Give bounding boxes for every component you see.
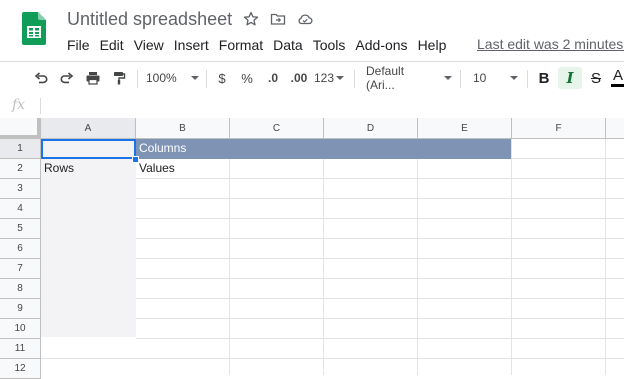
row-header-2[interactable]: 2	[0, 159, 41, 179]
bold-button[interactable]: B	[533, 62, 555, 94]
column-header-a[interactable]: A	[41, 118, 136, 139]
undo-button[interactable]	[30, 62, 52, 94]
row-header-4[interactable]: 4	[0, 199, 41, 219]
cell-b1[interactable]: Columns	[136, 139, 512, 159]
formula-bar: fx	[0, 94, 624, 119]
menu-bar: File Edit View Insert Format Data Tools …	[62, 35, 451, 55]
print-icon	[86, 72, 100, 85]
last-edit-link[interactable]: Last edit was 2 minutes ago	[477, 36, 624, 52]
chevron-down-icon	[444, 76, 452, 80]
row-label-column	[41, 159, 136, 337]
font-family-value: Default (Ari...	[366, 64, 405, 92]
cell-a1-selected[interactable]	[41, 139, 136, 159]
document-title[interactable]: Untitled spreadsheet	[67, 9, 232, 30]
text-color-label: A	[612, 67, 623, 84]
font-size-value: 10	[473, 71, 487, 85]
increase-decimal-button[interactable]: .00	[288, 62, 310, 94]
menu-tools[interactable]: Tools	[308, 35, 351, 55]
column-header-d[interactable]: D	[324, 118, 418, 139]
menu-edit[interactable]: Edit	[95, 35, 129, 55]
row-header-3[interactable]: 3	[0, 179, 41, 199]
italic-button[interactable]: I	[558, 67, 582, 89]
row-header-12[interactable]: 12	[0, 359, 41, 379]
undo-icon	[34, 72, 48, 84]
menu-file[interactable]: File	[62, 35, 95, 55]
row-header-8[interactable]: 8	[0, 279, 41, 299]
fx-icon: fx	[12, 97, 26, 113]
paint-format-button[interactable]	[108, 62, 130, 94]
column-header-c[interactable]: C	[230, 118, 324, 139]
percent-format-button[interactable]: %	[238, 62, 256, 94]
select-all-corner[interactable]	[0, 118, 41, 139]
font-family-select[interactable]: Default (Ari...	[366, 62, 452, 94]
redo-icon	[60, 72, 74, 84]
chevron-down-icon	[336, 76, 345, 80]
row-header-11[interactable]: 11	[0, 339, 41, 359]
text-color-button[interactable]: A	[610, 62, 624, 94]
font-size-select[interactable]: 10	[473, 62, 523, 94]
currency-format-button[interactable]: $	[213, 62, 231, 94]
spreadsheet-grid: A B C D E F 1 2 3 4 5 6 7 8 9 10 11 12 C…	[0, 118, 624, 379]
column-header-b[interactable]: B	[136, 118, 230, 139]
menu-data[interactable]: Data	[268, 35, 308, 55]
toolbar: 100% $ % .0 .00 123 Default (Ari... 10 B…	[0, 61, 624, 95]
chevron-down-icon	[190, 76, 199, 80]
menu-insert[interactable]: Insert	[169, 35, 214, 55]
row-header-6[interactable]: 6	[0, 239, 41, 259]
cloud-saved-icon[interactable]	[297, 11, 313, 27]
sheets-logo-icon[interactable]	[22, 12, 46, 45]
row-header-7[interactable]: 7	[0, 259, 41, 279]
move-to-folder-icon[interactable]	[270, 11, 286, 27]
decrease-decimal-button[interactable]: .0	[263, 62, 283, 94]
menu-view[interactable]: View	[129, 35, 169, 55]
column-header-g[interactable]	[606, 118, 624, 139]
row-header-1[interactable]: 1	[0, 139, 41, 159]
menu-format[interactable]: Format	[214, 35, 268, 55]
chevron-down-icon	[510, 76, 519, 80]
row-header-10[interactable]: 10	[0, 319, 41, 339]
zoom-value: 100%	[146, 71, 177, 85]
more-formats-label: 123	[314, 71, 335, 85]
row-header-9[interactable]: 9	[0, 299, 41, 319]
row-header-5[interactable]: 5	[0, 219, 41, 239]
menu-help[interactable]: Help	[413, 35, 452, 55]
column-header-f[interactable]: F	[512, 118, 606, 139]
star-icon[interactable]	[243, 11, 259, 27]
more-formats-select[interactable]: 123	[314, 62, 348, 94]
column-header-e[interactable]: E	[418, 118, 512, 139]
paint-format-icon	[114, 72, 126, 85]
zoom-select[interactable]: 100%	[146, 62, 199, 94]
formula-input[interactable]	[48, 98, 618, 114]
redo-button[interactable]	[56, 62, 78, 94]
cell-a2[interactable]: Rows	[41, 159, 136, 179]
text-color-swatch	[611, 84, 624, 87]
menu-add-ons[interactable]: Add-ons	[350, 35, 412, 55]
print-button[interactable]	[82, 62, 104, 94]
cell-b2[interactable]: Values	[136, 159, 230, 179]
strikethrough-button[interactable]: S	[586, 62, 606, 94]
